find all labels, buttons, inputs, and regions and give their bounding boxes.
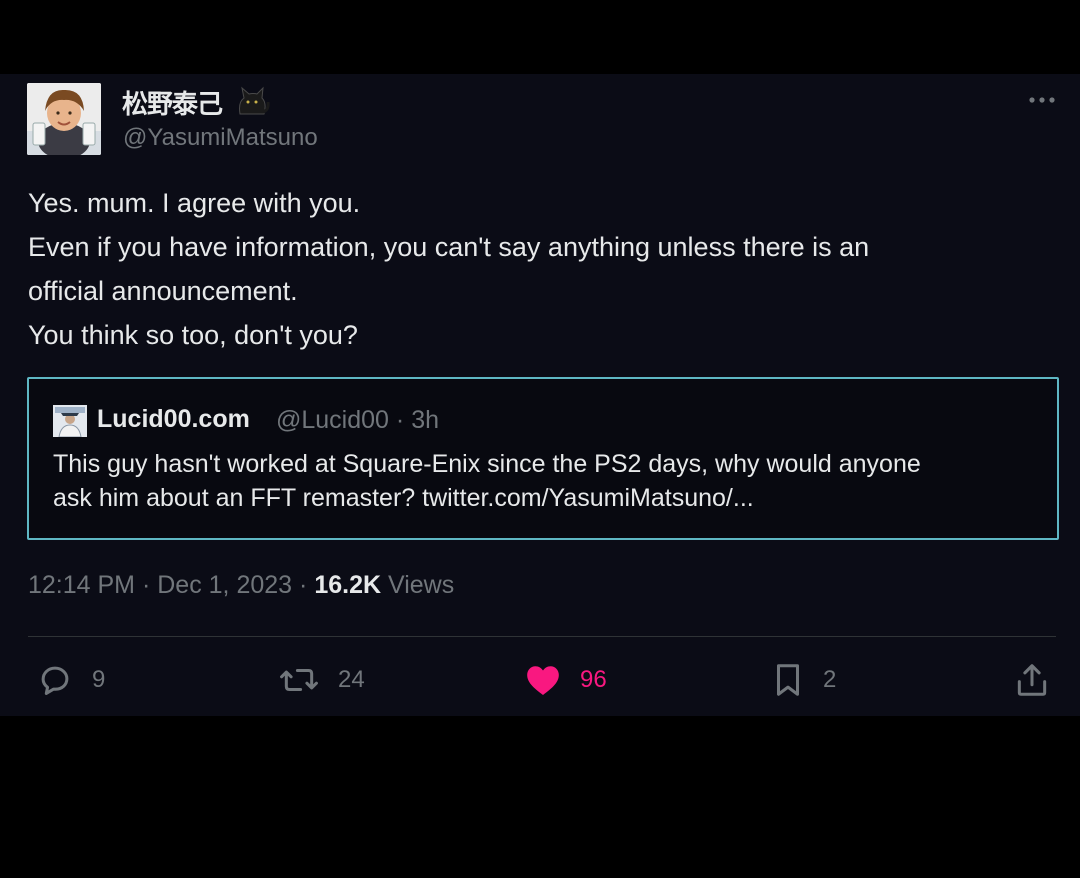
tweet-text-line: Yes. mum. I agree with you. — [28, 188, 361, 218]
author-avatar[interactable] — [27, 83, 101, 155]
tweet-card[interactable]: 松野泰己 @YasumiMatsuno Yes. mum. I agree wi… — [0, 74, 1080, 716]
quoted-author-meta: @Lucid00 · 3h — [276, 406, 439, 435]
quoted-text-line: ask him about an FFT remaster? twitter.c… — [53, 484, 754, 512]
heart-icon — [527, 666, 559, 696]
meta-separator: · — [299, 571, 308, 599]
author-handle[interactable]: @YasumiMatsuno — [123, 124, 318, 152]
quoted-author-handle[interactable]: @Lucid00 — [276, 406, 389, 434]
black-cat-icon — [234, 84, 270, 118]
bookmark-count: 2 — [823, 666, 837, 693]
more-dots-icon[interactable] — [1022, 90, 1062, 110]
divider — [28, 636, 1056, 637]
views-label: Views — [387, 571, 455, 599]
retweet-button[interactable]: 24 — [278, 660, 365, 700]
like-count: 96 — [580, 666, 607, 693]
quoted-text: This guy hasn't worked at Square-Enix si… — [53, 447, 1043, 515]
author-display-name[interactable]: 松野泰己 — [122, 84, 223, 121]
retweet-icon — [280, 668, 318, 692]
like-button[interactable]: 96 — [524, 660, 607, 700]
tweet-date[interactable]: Dec 1, 2023 — [157, 571, 292, 599]
tweet-text-line: Even if you have information, you can't … — [28, 232, 870, 262]
share-button[interactable] — [1014, 660, 1050, 700]
quoted-author-avatar[interactable] — [53, 405, 87, 437]
quoted-text-line: This guy hasn't worked at Square-Enix si… — [53, 450, 921, 478]
quoted-separator: · — [395, 406, 405, 434]
tweet-text-line: official announcement. — [28, 276, 298, 306]
tweet-text-line: You think so too, don't you? — [28, 320, 358, 350]
tweet-meta: 12:14 PM · Dec 1, 2023 · 16.2K Views — [28, 571, 454, 600]
tweet-time[interactable]: 12:14 PM — [28, 571, 135, 599]
views-count[interactable]: 16.2K — [314, 571, 381, 599]
share-icon — [1017, 664, 1047, 696]
quoted-time[interactable]: 3h — [411, 406, 439, 434]
retweet-count: 24 — [338, 666, 365, 693]
bookmark-button[interactable]: 2 — [771, 660, 836, 700]
quoted-tweet[interactable]: Lucid00.com @Lucid00 · 3h This guy hasn'… — [27, 377, 1059, 540]
reply-button[interactable]: 9 — [36, 660, 105, 700]
bookmark-icon — [776, 664, 800, 696]
tweet-text: Yes. mum. I agree with you. Even if you … — [28, 181, 1048, 357]
quoted-author-name[interactable]: Lucid00.com — [97, 405, 250, 434]
reply-count: 9 — [92, 666, 106, 693]
reply-icon — [41, 666, 69, 695]
meta-separator: · — [141, 571, 151, 599]
